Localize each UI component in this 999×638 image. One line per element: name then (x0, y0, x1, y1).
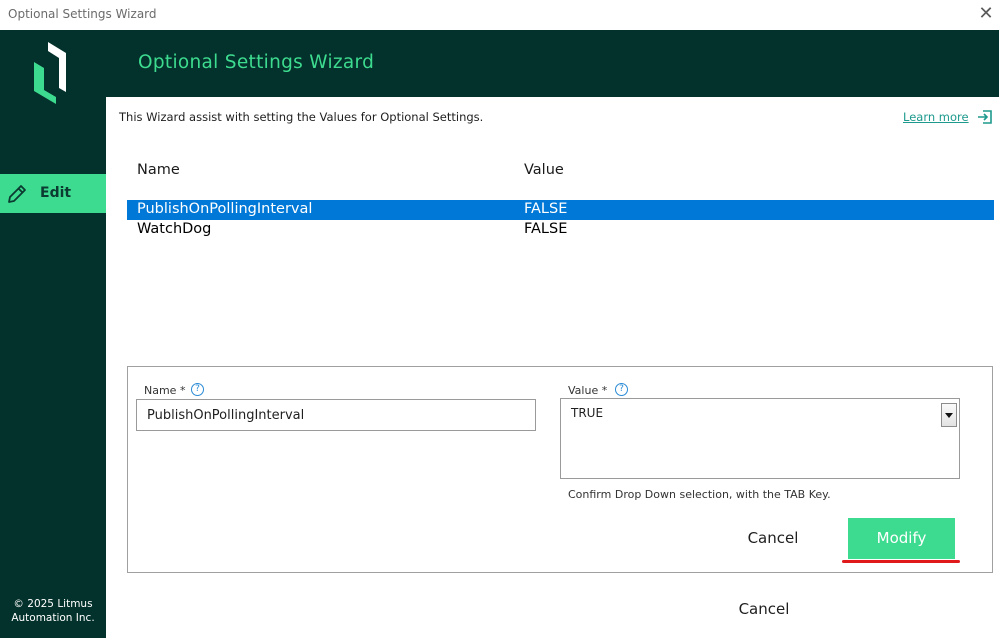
name-field[interactable] (136, 399, 536, 431)
row-name: WatchDog (137, 221, 212, 237)
litmus-logo-icon (34, 42, 66, 104)
learn-more-link[interactable]: Learn more (903, 110, 969, 124)
table-row[interactable]: WatchDog FALSE (127, 220, 994, 240)
external-link-icon[interactable] (977, 109, 993, 125)
page-title: Optional Settings Wizard (138, 52, 375, 73)
pencil-icon (8, 185, 26, 203)
chevron-down-icon (945, 413, 953, 418)
copyright-line: Automation Inc. (11, 612, 95, 624)
table-row[interactable]: PublishOnPollingInterval FALSE (127, 200, 994, 220)
name-label: Name * (144, 384, 186, 397)
window-title: Optional Settings Wizard (8, 7, 157, 21)
intro-text: This Wizard assist with setting the Valu… (119, 110, 484, 124)
help-icon[interactable]: ? (615, 383, 628, 396)
page-header: Optional Settings Wizard (106, 30, 999, 97)
row-name: PublishOnPollingInterval (137, 201, 313, 217)
cancel-button[interactable]: Cancel (730, 520, 816, 556)
hint-text: Confirm Drop Down selection, with the TA… (568, 488, 831, 501)
sidebar: Edit © 2025 Litmus Automation Inc. (0, 30, 106, 638)
row-value: FALSE (524, 221, 568, 237)
column-header-name[interactable]: Name (137, 162, 180, 178)
value-label: Value * (568, 384, 608, 397)
highlight-underline (842, 560, 960, 563)
close-icon[interactable]: ✕ (975, 3, 997, 25)
copyright-line: © 2025 Litmus (13, 598, 93, 610)
modify-button[interactable]: Modify (848, 518, 955, 559)
sidebar-item-label: Edit (40, 185, 72, 201)
row-value: FALSE (524, 201, 568, 217)
wizard-cancel-button[interactable]: Cancel (720, 591, 808, 627)
value-dropdown[interactable]: TRUE (560, 398, 960, 479)
copyright: © 2025 Litmus Automation Inc. (0, 597, 106, 625)
dropdown-button[interactable] (941, 403, 957, 427)
column-header-value[interactable]: Value (524, 162, 564, 178)
sidebar-item-edit[interactable]: Edit (0, 174, 106, 213)
help-icon[interactable]: ? (191, 383, 204, 396)
value-selected: TRUE (571, 406, 604, 420)
title-bar: Optional Settings Wizard ✕ (0, 0, 999, 30)
